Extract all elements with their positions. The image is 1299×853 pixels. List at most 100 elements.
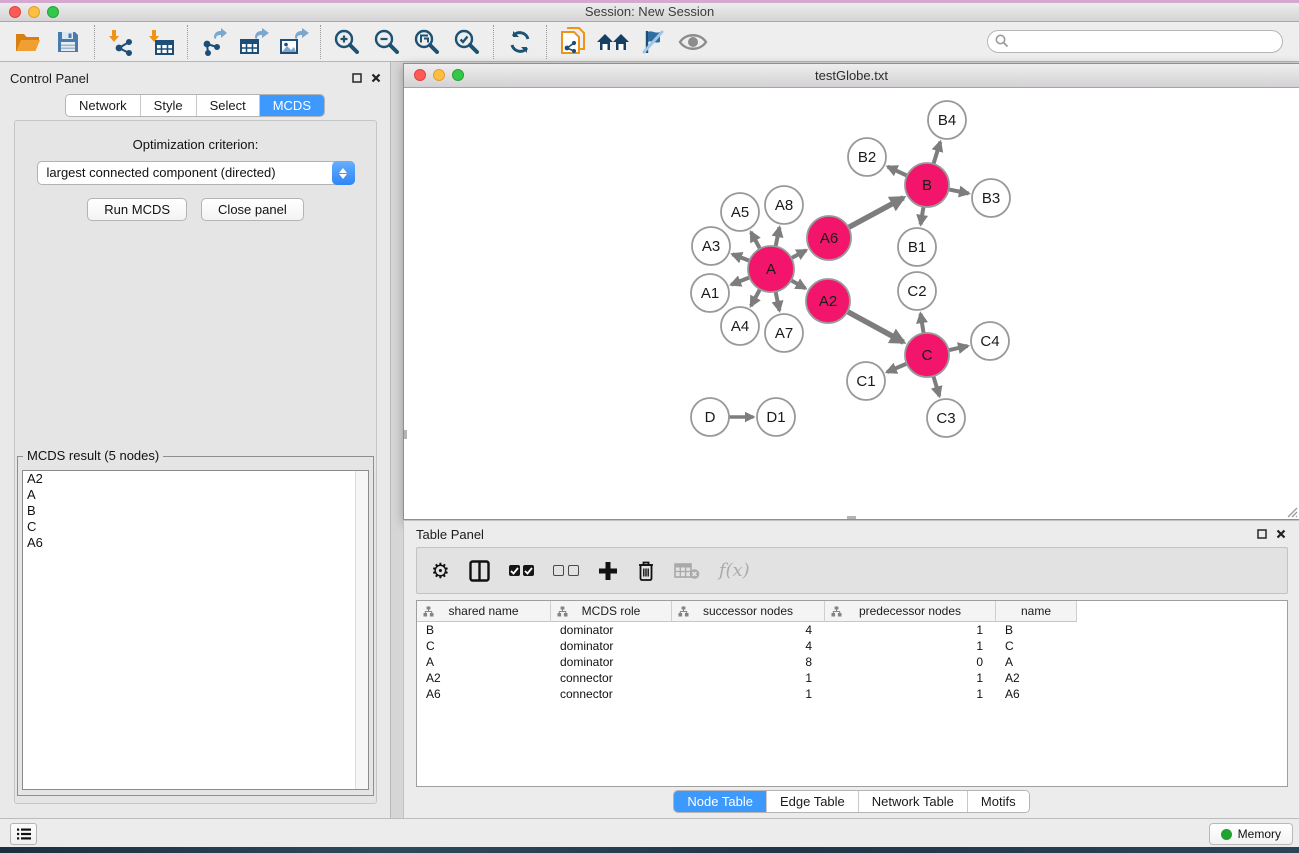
close-table-panel-icon[interactable] xyxy=(1276,529,1286,539)
cell-shared-name[interactable]: C xyxy=(417,638,551,654)
result-list-item[interactable]: B xyxy=(23,503,368,519)
zoom-network-window-button[interactable] xyxy=(452,69,464,81)
column-header-MCDS-role[interactable]: MCDS role xyxy=(551,601,672,622)
export-network-button[interactable] xyxy=(194,25,234,59)
result-list-item[interactable]: A2 xyxy=(23,471,368,487)
cell-shared-name[interactable]: A6 xyxy=(417,686,551,702)
zoom-in-button[interactable] xyxy=(327,25,367,59)
hide-flag-button[interactable] xyxy=(633,25,673,59)
show-eye-button[interactable] xyxy=(673,25,713,59)
cell-predecessor-nodes[interactable]: 0 xyxy=(825,654,996,670)
node-label-C3: C3 xyxy=(936,410,955,427)
float-table-panel-icon[interactable] xyxy=(1257,529,1267,539)
function-builder-button[interactable]: f(x) xyxy=(719,558,750,584)
task-history-button[interactable] xyxy=(10,823,37,845)
cell-successor-nodes[interactable]: 4 xyxy=(672,638,825,654)
cell-MCDS-role[interactable]: dominator xyxy=(551,654,672,670)
search-input[interactable] xyxy=(987,30,1283,53)
cell-name[interactable]: A2 xyxy=(996,670,1077,686)
cell-MCDS-role[interactable]: connector xyxy=(551,686,672,702)
result-list-scrollbar[interactable] xyxy=(355,471,368,789)
cell-shared-name[interactable]: A2 xyxy=(417,670,551,686)
create-column-button[interactable] xyxy=(598,558,618,584)
node-label-C4: C4 xyxy=(980,333,999,350)
table-row[interactable]: Cdominator41C xyxy=(417,638,1287,654)
node-label-A4: A4 xyxy=(731,318,749,335)
table-settings-button[interactable]: ⚙ xyxy=(431,558,450,584)
cell-predecessor-nodes[interactable]: 1 xyxy=(825,670,996,686)
cell-successor-nodes[interactable]: 1 xyxy=(672,686,825,702)
table-row[interactable]: A6connector11A6 xyxy=(417,686,1287,702)
close-panel-button[interactable]: Close panel xyxy=(201,198,304,221)
cell-predecessor-nodes[interactable]: 1 xyxy=(825,638,996,654)
cell-name[interactable]: B xyxy=(996,622,1077,638)
select-all-button[interactable] xyxy=(509,558,534,584)
zoom-out-button[interactable] xyxy=(367,25,407,59)
vertical-scroll-thumb[interactable] xyxy=(404,430,407,439)
optimization-criterion-select[interactable]: largest connected component (directed) xyxy=(37,161,355,185)
horizontal-scroll-thumb[interactable] xyxy=(847,516,856,519)
network-window-titlebar[interactable]: testGlobe.txt xyxy=(404,64,1299,88)
result-list-item[interactable]: A6 xyxy=(23,535,368,551)
close-window-button[interactable] xyxy=(9,6,21,18)
show-columns-button[interactable] xyxy=(469,558,490,584)
close-network-window-button[interactable] xyxy=(414,69,426,81)
cell-MCDS-role[interactable]: dominator xyxy=(551,638,672,654)
new-network-button[interactable] xyxy=(553,25,593,59)
cell-successor-nodes[interactable]: 4 xyxy=(672,622,825,638)
run-mcds-button[interactable]: Run MCDS xyxy=(87,198,187,221)
tab-style[interactable]: Style xyxy=(140,95,196,116)
mcds-result-list[interactable]: A2ABCA6 xyxy=(22,470,369,790)
result-list-item[interactable]: C xyxy=(23,519,368,535)
control-panel: Control Panel NetworkStyleSelectMCDS Opt… xyxy=(0,62,391,818)
column-header-name[interactable]: name xyxy=(996,601,1077,622)
tab-network[interactable]: Network xyxy=(66,95,140,116)
close-panel-icon[interactable] xyxy=(371,73,381,83)
tab-motifs[interactable]: Motifs xyxy=(967,791,1029,812)
cell-MCDS-role[interactable]: dominator xyxy=(551,622,672,638)
cell-shared-name[interactable]: A xyxy=(417,654,551,670)
minimize-window-button[interactable] xyxy=(28,6,40,18)
export-table-button[interactable] xyxy=(234,25,274,59)
table-row[interactable]: A2connector11A2 xyxy=(417,670,1287,686)
float-panel-icon[interactable] xyxy=(352,73,362,83)
node-label-B1: B1 xyxy=(908,239,926,256)
unselect-all-button[interactable] xyxy=(553,558,579,584)
cell-name[interactable]: C xyxy=(996,638,1077,654)
cell-name[interactable]: A xyxy=(996,654,1077,670)
export-image-button[interactable] xyxy=(274,25,314,59)
delete-table-button[interactable] xyxy=(674,558,700,584)
column-header-shared-name[interactable]: shared name xyxy=(417,601,551,622)
network-canvas[interactable]: AA1A2A3A4A5A6A7A8BB1B2B3B4CC1C2C3C4DD1 xyxy=(404,88,1299,519)
tab-edge-table[interactable]: Edge Table xyxy=(766,791,858,812)
import-network-button[interactable] xyxy=(101,25,141,59)
delete-column-button[interactable] xyxy=(637,558,655,584)
import-table-button[interactable] xyxy=(141,25,181,59)
home-layouts-button[interactable] xyxy=(593,25,633,59)
cell-name[interactable]: A6 xyxy=(996,686,1077,702)
cell-MCDS-role[interactable]: connector xyxy=(551,670,672,686)
column-header-successor-nodes[interactable]: successor nodes xyxy=(672,601,825,622)
tab-select[interactable]: Select xyxy=(196,95,259,116)
table-row[interactable]: Bdominator41B xyxy=(417,622,1287,638)
cell-predecessor-nodes[interactable]: 1 xyxy=(825,622,996,638)
save-session-button[interactable] xyxy=(48,25,88,59)
memory-button[interactable]: Memory xyxy=(1209,823,1293,845)
column-header-predecessor-nodes[interactable]: predecessor nodes xyxy=(825,601,996,622)
open-file-button[interactable] xyxy=(8,25,48,59)
resize-grip-icon[interactable] xyxy=(1284,504,1298,518)
tab-node-table[interactable]: Node Table xyxy=(674,791,766,812)
tab-mcds[interactable]: MCDS xyxy=(259,95,324,116)
zoom-fit-button[interactable] xyxy=(407,25,447,59)
cell-predecessor-nodes[interactable]: 1 xyxy=(825,686,996,702)
cell-shared-name[interactable]: B xyxy=(417,622,551,638)
zoom-selected-button[interactable] xyxy=(447,25,487,59)
refresh-button[interactable] xyxy=(500,25,540,59)
table-row[interactable]: Adominator80A xyxy=(417,654,1287,670)
tab-network-table[interactable]: Network Table xyxy=(858,791,967,812)
cell-successor-nodes[interactable]: 1 xyxy=(672,670,825,686)
result-list-item[interactable]: A xyxy=(23,487,368,503)
minimize-network-window-button[interactable] xyxy=(433,69,445,81)
cell-successor-nodes[interactable]: 8 xyxy=(672,654,825,670)
zoom-window-button[interactable] xyxy=(47,6,59,18)
